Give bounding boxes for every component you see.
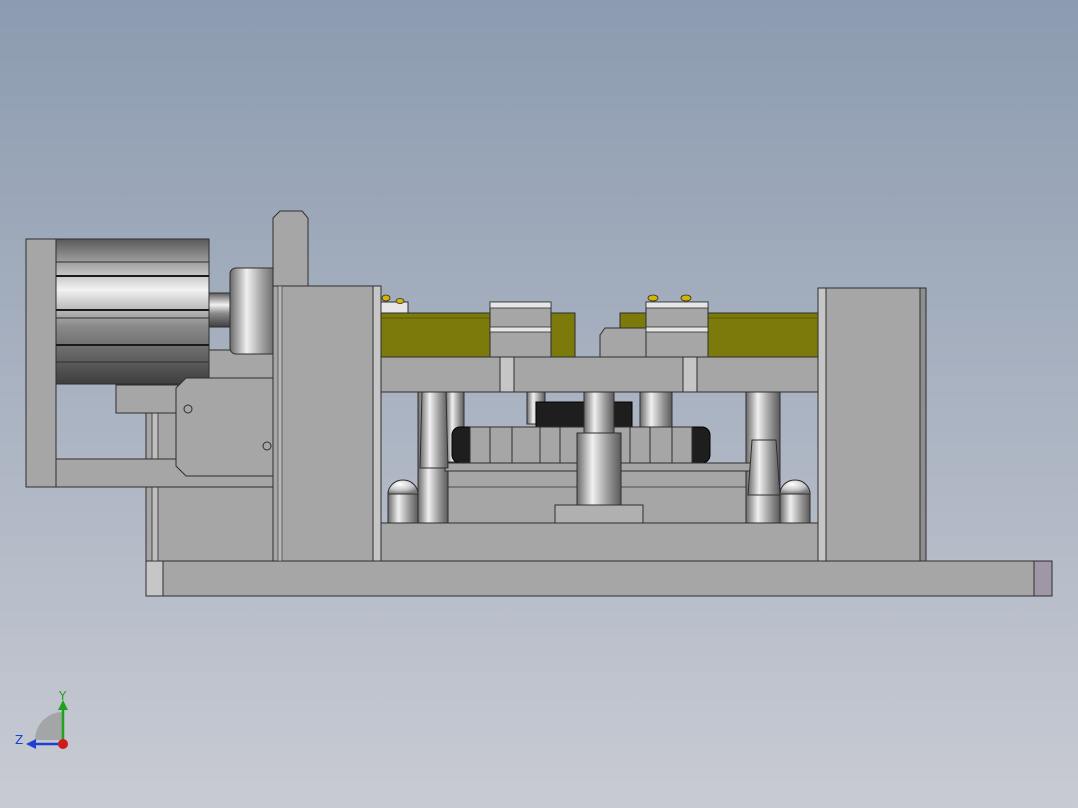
orientation-triad: Y Z — [15, 689, 68, 749]
z-axis-arrow — [26, 739, 36, 749]
cad-viewport[interactable]: Y Z — [0, 0, 1078, 808]
x-axis-dot — [58, 739, 68, 749]
y-axis-label: Y — [58, 689, 67, 703]
triad-arc — [35, 712, 63, 740]
z-axis-label: Z — [15, 733, 23, 747]
